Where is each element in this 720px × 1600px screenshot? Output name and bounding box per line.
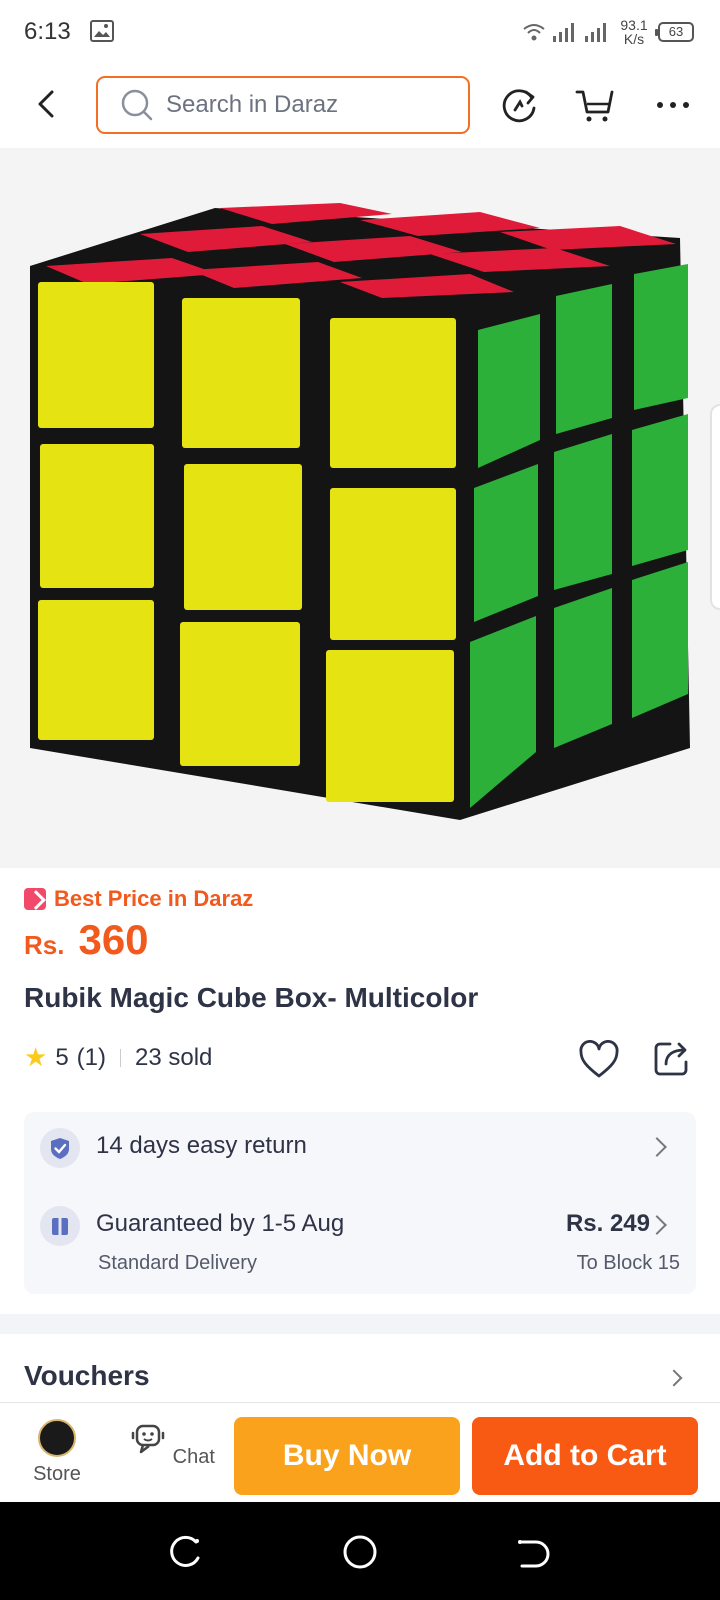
status-time: 6:13 [24, 18, 71, 45]
wishlist-heart-icon[interactable] [578, 1040, 620, 1080]
rubik-cube-image [30, 203, 690, 820]
add-to-cart-button[interactable]: Add to Cart [472, 1417, 698, 1495]
price-currency: Rs. [24, 930, 65, 960]
signal-icon-1 [553, 23, 574, 42]
history-icon[interactable] [498, 84, 540, 126]
cart-icon[interactable] [574, 84, 616, 126]
recent-apps-icon[interactable] [166, 1532, 206, 1572]
vouchers-chevron-icon[interactable] [665, 1369, 683, 1387]
best-price-badge: Best Price in Daraz [24, 886, 253, 912]
rating-separator [120, 1048, 122, 1067]
best-price-label: Best Price in Daraz [54, 886, 254, 911]
sold-count: 23 sold [135, 1043, 213, 1071]
rating-row[interactable]: ★ 5 (1) 23 sold [24, 1042, 212, 1073]
status-bar: 6:13 93.1 K/s 63 [0, 0, 720, 62]
chat-tab[interactable]: Chat [127, 1411, 217, 1469]
gallery-icon [90, 20, 114, 42]
delivery-chevron-icon[interactable] [647, 1215, 667, 1235]
rating-count: (1) [76, 1043, 107, 1071]
delivery-fee: Rs. 249 [565, 1210, 650, 1237]
price-amount: 360 [78, 916, 149, 963]
chat-bot-icon [131, 1424, 165, 1454]
store-tab[interactable]: Store [12, 1411, 102, 1486]
back-nav-icon[interactable] [512, 1532, 552, 1572]
status-icons: 93.1 K/s 63 [522, 14, 694, 50]
image-gallery-handle[interactable] [710, 404, 720, 610]
return-chevron-icon[interactable] [647, 1137, 667, 1157]
wifi-icon [523, 24, 545, 41]
rating-value: 5 [55, 1043, 69, 1071]
network-speed-unit: K/s [623, 31, 645, 47]
battery-icon: 63 [655, 22, 694, 42]
return-policy-label[interactable]: 14 days easy return [96, 1132, 307, 1160]
delivery-box-icon [40, 1206, 80, 1246]
share-icon[interactable] [652, 1038, 692, 1078]
search-icon [121, 89, 153, 121]
search-placeholder: Search in Daraz [166, 91, 339, 118]
shield-check-icon [40, 1128, 80, 1168]
more-options-icon[interactable] [652, 84, 694, 126]
buy-now-button[interactable]: Buy Now [234, 1417, 460, 1495]
service-card: 14 days easy return Guaranteed by 1-5 Au… [24, 1112, 696, 1294]
header: Search in Daraz [0, 62, 720, 148]
delivery-guarantee-label[interactable]: Guaranteed by 1-5 Aug [96, 1210, 344, 1238]
action-bar: Store Chat Buy Now Add to Cart [0, 1402, 720, 1502]
vouchers-title[interactable]: Vouchers [24, 1360, 150, 1392]
product-image[interactable] [0, 148, 720, 868]
delivery-type-label: Standard Delivery [98, 1252, 257, 1274]
signal-icon-2 [585, 23, 606, 42]
network-speed-value: 93.1 [620, 17, 648, 33]
system-nav-bar [0, 1502, 720, 1600]
store-label: Store [33, 1463, 81, 1485]
back-arrow-icon[interactable] [28, 84, 68, 124]
search-input[interactable]: Search in Daraz [96, 76, 470, 134]
network-speed: 93.1 K/s [616, 18, 652, 46]
best-price-icon [24, 888, 46, 910]
store-logo-icon [38, 1419, 76, 1457]
section-divider [0, 1314, 720, 1334]
home-icon[interactable] [340, 1532, 380, 1572]
product-price: Rs. 360 [24, 916, 149, 964]
delivery-location[interactable]: To Block 15 [577, 1252, 680, 1275]
chat-label: Chat [172, 1446, 215, 1468]
product-title: Rubik Magic Cube Box- Multicolor [24, 982, 479, 1013]
star-icon: ★ [24, 1042, 48, 1072]
